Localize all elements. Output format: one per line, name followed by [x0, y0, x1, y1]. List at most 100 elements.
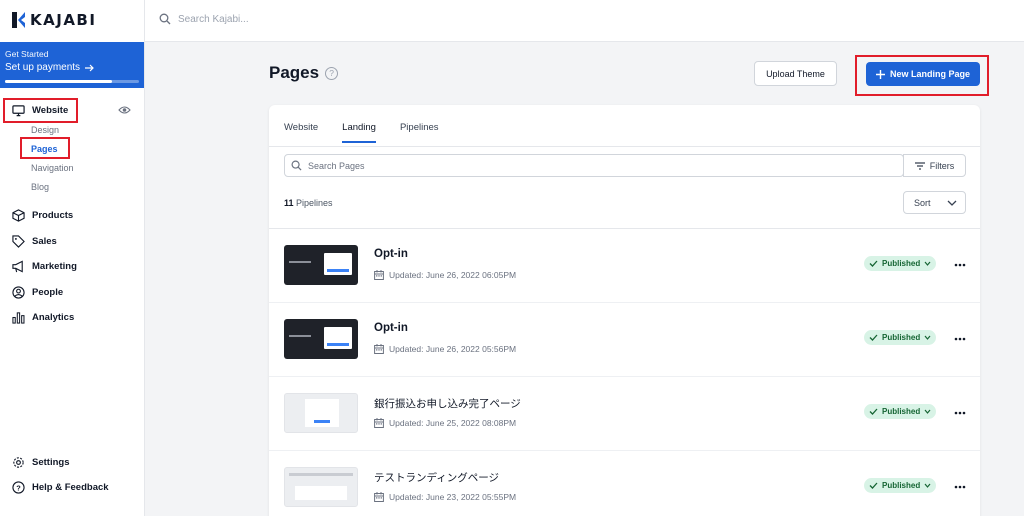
eye-icon[interactable] [118, 105, 131, 115]
sidebar-item-label: People [32, 287, 64, 298]
website-highlight-box [3, 98, 78, 123]
page-thumbnail[interactable] [284, 393, 358, 433]
pages-card: Website Landing Pipelines Search Pages F… [269, 105, 980, 516]
search-icon [159, 13, 171, 25]
kajabi-logo-icon [12, 12, 25, 28]
page-name[interactable]: テストランディングページ [374, 470, 499, 485]
status-badge[interactable]: Published [864, 256, 937, 271]
sidebar-item-sales[interactable]: Sales [12, 235, 57, 248]
filters-button[interactable]: Filters [903, 154, 966, 177]
sidebar-sub-design[interactable]: Design [31, 125, 59, 135]
calendar-icon [374, 344, 384, 354]
help-icon[interactable]: ? [325, 66, 339, 80]
get-started-banner[interactable]: Get Started Set up payments [0, 42, 144, 88]
thumbnail-button [314, 420, 330, 423]
calendar-icon [374, 492, 384, 502]
sidebar-sub-navigation[interactable]: Navigation [31, 163, 74, 173]
sidebar: KAJABI Get Started Set up payments Websi… [0, 0, 145, 516]
setup-payments-link[interactable]: Set up payments [5, 62, 139, 73]
more-options-icon[interactable] [954, 256, 966, 270]
sidebar-item-marketing[interactable]: Marketing [12, 260, 77, 273]
sidebar-item-label: Products [32, 210, 74, 221]
chevron-down-icon [924, 483, 931, 488]
svg-text:?: ? [16, 483, 21, 492]
logo-text: KAJABI [30, 11, 97, 29]
gear-icon [13, 457, 24, 468]
pages-highlight-box [20, 137, 70, 159]
page-name[interactable]: Opt-in [374, 322, 408, 334]
page-title: Pages ? [269, 63, 339, 83]
status-badge[interactable]: Published [864, 330, 937, 345]
status-badge[interactable]: Published [864, 404, 937, 419]
filters-label: Filters [929, 160, 955, 171]
page-updated: Updated: June 26, 2022 06:05PM [374, 270, 516, 280]
global-search-input[interactable]: Search Kajabi... [159, 13, 249, 25]
list-item[interactable]: 銀行振込お申し込み完了ページ Updated: June 25, 2022 08… [269, 377, 980, 451]
thumbnail-form-button [327, 343, 349, 346]
status-label: Published [882, 481, 921, 490]
status-label: Published [882, 259, 921, 268]
search-icon [291, 160, 302, 171]
calendar-icon [374, 270, 384, 280]
page-thumbnail[interactable] [284, 467, 358, 507]
thumbnail-heading [289, 473, 353, 476]
more-options-icon[interactable] [954, 404, 966, 418]
page-updated-text: Updated: June 23, 2022 05:55PM [389, 492, 517, 502]
chevron-down-icon [924, 335, 931, 340]
calendar-icon [374, 418, 384, 428]
sort-label: Sort [914, 197, 931, 208]
thumbnail-page [305, 399, 339, 427]
page-title-text: Pages [269, 63, 320, 82]
page-updated: Updated: June 25, 2022 08:08PM [374, 418, 516, 428]
tabs-divider [269, 146, 980, 147]
new-landing-page-highlight-box [855, 55, 989, 96]
tab-website[interactable]: Website [284, 122, 318, 143]
check-icon [869, 334, 878, 341]
check-icon [869, 260, 878, 267]
user-circle-icon [12, 286, 25, 299]
sidebar-item-products[interactable]: Products [12, 209, 73, 222]
sidebar-item-analytics[interactable]: Analytics [12, 311, 74, 324]
thumbnail-heading [289, 261, 311, 263]
more-options-icon[interactable] [954, 330, 966, 344]
more-options-icon[interactable] [954, 478, 966, 492]
page-updated: Updated: June 23, 2022 05:55PM [374, 492, 516, 502]
box-icon [12, 209, 25, 222]
list-item[interactable]: テストランディングページ Updated: June 23, 2022 05:5… [269, 451, 980, 516]
pipelines-count: 11 Pipelines [284, 198, 333, 208]
kajabi-logo[interactable]: KAJABI [12, 11, 96, 29]
pages-tabs: Website Landing Pipelines [284, 122, 439, 143]
tab-pipelines[interactable]: Pipelines [400, 122, 439, 143]
sidebar-item-label: Marketing [32, 261, 77, 272]
sidebar-item-people[interactable]: People [12, 286, 63, 299]
help-circle-icon: ? [12, 481, 25, 494]
page-thumbnail[interactable] [284, 319, 358, 359]
setup-payments-label: Set up payments [5, 62, 81, 73]
list-item[interactable]: Opt-in Updated: June 26, 2022 05:56PM Pu… [269, 303, 980, 377]
sidebar-item-settings[interactable]: Settings [12, 456, 69, 469]
thumbnail-form [324, 253, 352, 275]
sidebar-sub-blog[interactable]: Blog [31, 182, 49, 192]
page-updated-text: Updated: June 26, 2022 06:05PM [389, 270, 517, 280]
page-updated-text: Updated: June 26, 2022 05:56PM [389, 344, 517, 354]
search-pages-input[interactable]: Search Pages [284, 154, 904, 177]
check-icon [869, 482, 878, 489]
tab-landing[interactable]: Landing [342, 122, 376, 143]
page-name[interactable]: 銀行振込お申し込み完了ページ [374, 396, 521, 411]
arrow-right-icon [85, 64, 94, 71]
page-thumbnail[interactable] [284, 245, 358, 285]
filter-icon [914, 161, 925, 170]
list-item[interactable]: Opt-in Updated: June 26, 2022 06:05PM Pu… [269, 229, 980, 303]
megaphone-icon [12, 260, 23, 273]
setup-progress-fill [5, 80, 113, 83]
global-search-placeholder: Search Kajabi... [178, 13, 249, 25]
sort-dropdown[interactable]: Sort [903, 191, 966, 214]
thumbnail-form [324, 327, 352, 349]
setup-progress-bar [5, 80, 139, 83]
page-name[interactable]: Opt-in [374, 248, 408, 260]
upload-theme-button[interactable]: Upload Theme [754, 61, 837, 86]
sidebar-item-help[interactable]: ? Help & Feedback [12, 481, 109, 494]
status-badge[interactable]: Published [864, 478, 937, 493]
chevron-down-icon [924, 261, 931, 266]
page-updated: Updated: June 26, 2022 05:56PM [374, 344, 516, 354]
